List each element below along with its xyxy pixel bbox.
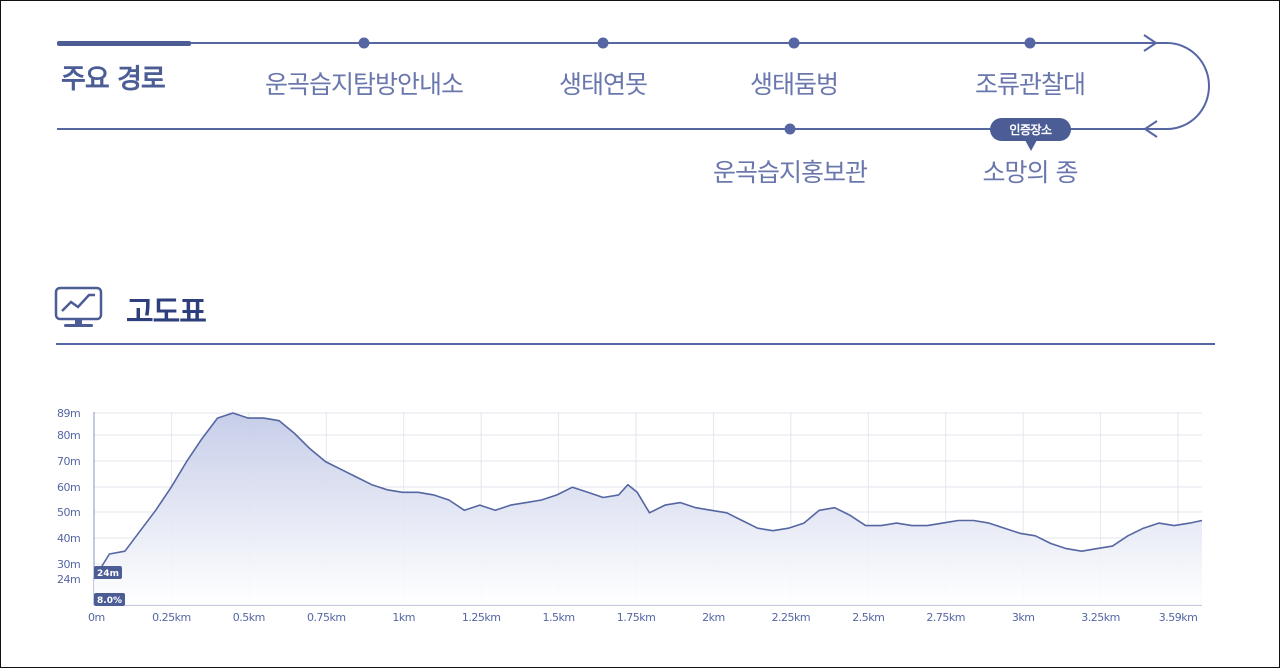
x-tick-label: 3.25km <box>1081 611 1120 624</box>
route-stop-marker[interactable] <box>597 37 609 49</box>
line-chart-monitor-icon <box>54 286 103 327</box>
stop-label-visitor-center[interactable]: 운곡습지탐방안내소 <box>265 70 464 99</box>
y-tick-label: 30m <box>57 558 80 571</box>
certified-place-badge: 인증장소 <box>990 118 1071 151</box>
route-stop-marker[interactable] <box>358 37 370 49</box>
x-axis-ticks: 0m 0.25km 0.5km 0.75km 1km 1.25km 1.5km 1.75km 2… <box>88 611 1198 624</box>
x-tick-label: 2.5km <box>852 611 884 624</box>
certified-place-label: 인증장소 <box>1009 122 1052 137</box>
elevation-section-header: 고도표 <box>54 286 1215 345</box>
x-tick-label: 0m <box>88 611 105 624</box>
section-title: 고도표 <box>126 295 206 330</box>
route-stop-marker[interactable] <box>784 123 796 135</box>
y-tick-label: 50m <box>57 506 80 519</box>
x-tick-label: 1km <box>392 611 415 624</box>
x-tick-label: 0.25km <box>152 611 191 624</box>
x-tick-label: 1.5km <box>543 611 575 624</box>
x-tick-label: 2.75km <box>926 611 965 624</box>
y-tick-label: 70m <box>57 455 80 468</box>
stop-label-bird-observatory[interactable]: 조류관찰대 <box>975 70 1086 99</box>
stop-label-wishing-bell[interactable]: 소망의 종 <box>983 158 1079 187</box>
x-tick-label: 3.59km <box>1159 611 1198 624</box>
x-tick-label: 0.75km <box>307 611 346 624</box>
elevation-chart: 24m 30m 40m 50m 60m 70m 80m 89m 0m 0.25km 0.5km 0.… <box>57 407 1203 624</box>
slope-label: 8.0% <box>97 596 122 606</box>
x-tick-label: 1.75km <box>617 611 656 624</box>
route-map: 주요 경로 운곡습지탐방안내소 생태연못 생태둠벙 조류관찰대 운곡습지홍보관 … <box>57 34 1210 187</box>
route-stop-marker[interactable] <box>788 37 800 49</box>
stop-label-eco-dumbeong[interactable]: 생태둠벙 <box>750 70 839 99</box>
start-elevation-tag: 24m <box>94 566 122 579</box>
route-progress-bar <box>57 41 191 46</box>
x-tick-label: 2km <box>702 611 725 624</box>
stop-label-promotion-hall[interactable]: 운곡습지홍보관 <box>713 158 869 187</box>
x-tick-label: 2.25km <box>772 611 811 624</box>
y-tick-label: 89m <box>57 407 80 420</box>
x-tick-label: 1.25km <box>462 611 501 624</box>
y-tick-label: 40m <box>57 532 80 545</box>
page-canvas: 주요 경로 운곡습지탐방안내소 생태연못 생태둠벙 조류관찰대 운곡습지홍보관 … <box>54 34 1215 624</box>
route-stop-marker[interactable] <box>1024 37 1036 49</box>
start-elevation-label: 24m <box>97 569 119 579</box>
stop-label-eco-pond[interactable]: 생태연못 <box>559 70 648 99</box>
y-tick-label: 60m <box>57 481 80 494</box>
y-tick-label: 80m <box>57 429 80 442</box>
y-tick-label: 24m <box>57 573 80 586</box>
page-frame: 주요 경로 운곡습지탐방안내소 생태연못 생태둠벙 조류관찰대 운곡습지홍보관 … <box>0 0 1280 668</box>
slope-tag: 8.0% <box>94 593 125 606</box>
route-title: 주요 경로 <box>61 64 165 95</box>
x-tick-label: 3km <box>1012 611 1035 624</box>
x-tick-label: 0.5km <box>233 611 265 624</box>
y-axis-ticks: 24m 30m 40m 50m 60m 70m 80m 89m <box>57 407 81 586</box>
